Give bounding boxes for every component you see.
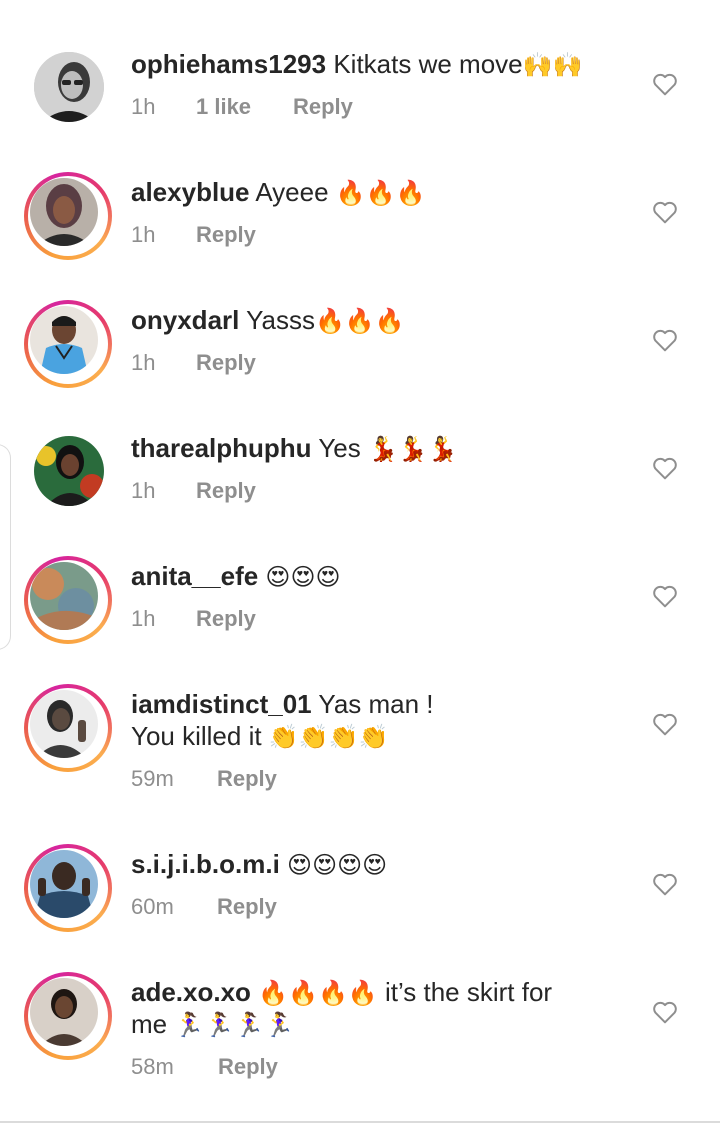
avatar[interactable] — [24, 972, 112, 1060]
heart-outline-icon[interactable] — [652, 584, 678, 608]
comment-username[interactable]: onyxdarl — [131, 305, 239, 335]
side-panel-edge — [0, 444, 11, 650]
comment-body: Kitkats we move — [333, 49, 523, 79]
comment-emoji: 👏👏👏👏 — [268, 723, 389, 751]
comment-username[interactable]: ophiehams1293 — [131, 49, 326, 79]
comment-text-line-2: You killed it 👏👏👏👏 — [131, 720, 388, 753]
avatar-image — [30, 690, 98, 758]
comment-time: 59m — [131, 766, 174, 791]
comment-username[interactable]: s.i.j.i.b.o.m.i — [131, 849, 280, 879]
comment-item: iamdistinct_01 Yas man ! You killed it 👏… — [0, 680, 720, 820]
avatar[interactable] — [24, 844, 112, 932]
reply-button[interactable]: Reply — [218, 1054, 278, 1080]
comment-emoji: 🔥🔥🔥🔥 — [258, 979, 378, 1007]
reply-button[interactable]: Reply — [196, 606, 256, 632]
comment-username[interactable]: tharealphuphu — [131, 433, 312, 463]
comment-emoji: 😍😍😍 — [265, 563, 341, 591]
comment-meta: 60m Reply — [131, 894, 277, 920]
comment-time: 58m — [131, 1054, 174, 1079]
comment-meta: 1h Reply — [131, 350, 256, 376]
avatar[interactable] — [24, 300, 112, 388]
comment-body: Ayeee — [255, 177, 329, 207]
comment-text: alexyblue Ayeee 🔥🔥🔥 — [131, 176, 425, 209]
comment-item: onyxdarl Yasss🔥🔥🔥 1h Reply — [0, 296, 720, 406]
comment-time: 1h — [131, 350, 156, 375]
avatar[interactable] — [24, 556, 112, 644]
comment-text: s.i.j.i.b.o.m.i 😍😍😍😍 — [131, 848, 387, 881]
comment-item: tharealphuphu Yes 💃💃💃 1h Reply — [0, 424, 720, 534]
reply-button[interactable]: Reply — [293, 94, 353, 120]
avatar[interactable] — [34, 52, 104, 122]
divider — [0, 1121, 720, 1123]
comment-username[interactable]: anita__efe — [131, 561, 258, 591]
reply-button[interactable]: Reply — [217, 894, 277, 920]
comment-time: 1h — [131, 94, 156, 119]
comment-body: Yasss — [246, 305, 316, 335]
comment-username[interactable]: iamdistinct_01 — [131, 689, 312, 719]
heart-outline-icon[interactable] — [652, 200, 678, 224]
comment-text: iamdistinct_01 Yas man ! — [131, 688, 434, 720]
comment-time: 60m — [131, 894, 174, 919]
heart-outline-icon[interactable] — [652, 1000, 678, 1024]
comment-text: anita__efe 😍😍😍 — [131, 560, 340, 593]
heart-outline-icon[interactable] — [652, 456, 678, 480]
avatar-image — [30, 178, 98, 246]
comment-meta: 1h Reply — [131, 478, 256, 504]
comment-text: ophiehams1293 Kitkats we move🙌🙌 — [131, 48, 582, 81]
comment-item: ophiehams1293 Kitkats we move🙌🙌 1h 1 like… — [0, 40, 720, 150]
avatar[interactable] — [34, 436, 104, 506]
comment-emoji: 💃💃💃 — [367, 435, 458, 463]
heart-outline-icon[interactable] — [652, 712, 678, 736]
comment-meta: 1h Reply — [131, 222, 256, 248]
comment-item: anita__efe 😍😍😍 1h Reply — [0, 552, 720, 662]
avatar-image — [30, 562, 98, 630]
avatar-image — [30, 850, 98, 918]
reply-button[interactable]: Reply — [217, 766, 277, 792]
comment-time: 1h — [131, 222, 156, 247]
comment-time: 1h — [131, 478, 156, 503]
comment-emoji: 🔥🔥🔥 — [335, 179, 426, 207]
comment-item: alexyblue Ayeee 🔥🔥🔥 1h Reply — [0, 168, 720, 278]
heart-outline-icon[interactable] — [652, 872, 678, 896]
comment-body: Yes — [318, 433, 361, 463]
reply-button[interactable]: Reply — [196, 478, 256, 504]
comment-meta: 1h 1 like Reply — [131, 94, 353, 120]
comment-meta: 59m Reply — [131, 766, 277, 792]
comment-body: Yas man ! — [318, 689, 434, 719]
avatar-image — [30, 306, 98, 374]
comment-item: ade.xo.xo 🔥🔥🔥🔥 it’s the skirt for me 🏃‍♀… — [0, 968, 720, 1108]
avatar[interactable] — [24, 684, 112, 772]
comment-text: onyxdarl Yasss🔥🔥🔥 — [131, 304, 405, 337]
comment-meta: 58m Reply — [131, 1054, 278, 1080]
comment-item: s.i.j.i.b.o.m.i 😍😍😍😍 60m Reply — [0, 840, 720, 950]
comment-meta: 1h Reply — [131, 606, 256, 632]
comment-body: it’s the skirt for — [384, 977, 553, 1007]
comment-emoji: 😍😍😍😍 — [287, 851, 388, 879]
comment-text: ade.xo.xo 🔥🔥🔥🔥 it’s the skirt for — [131, 976, 552, 1009]
comment-body-continued: me — [131, 1009, 168, 1039]
comment-username[interactable]: alexyblue — [131, 177, 250, 207]
reply-button[interactable]: Reply — [196, 350, 256, 376]
avatar-image — [30, 978, 98, 1046]
comment-body-continued: You killed it — [131, 721, 262, 751]
heart-outline-icon[interactable] — [652, 72, 678, 96]
heart-outline-icon[interactable] — [652, 328, 678, 352]
comment-emoji: 🔥🔥🔥 — [315, 307, 405, 335]
comment-likes[interactable]: 1 like — [196, 94, 293, 120]
comment-text: tharealphuphu Yes 💃💃💃 — [131, 432, 458, 465]
comment-text-line-2: me 🏃‍♀️🏃‍♀️🏃‍♀️🏃‍♀️ — [131, 1008, 294, 1041]
avatar[interactable] — [24, 172, 112, 260]
comment-time: 1h — [131, 606, 156, 631]
comment-emoji: 🙌🙌 — [522, 51, 583, 79]
comment-username[interactable]: ade.xo.xo — [131, 977, 251, 1007]
reply-button[interactable]: Reply — [196, 222, 256, 248]
comment-emoji: 🏃‍♀️🏃‍♀️🏃‍♀️🏃‍♀️ — [174, 1011, 294, 1039]
